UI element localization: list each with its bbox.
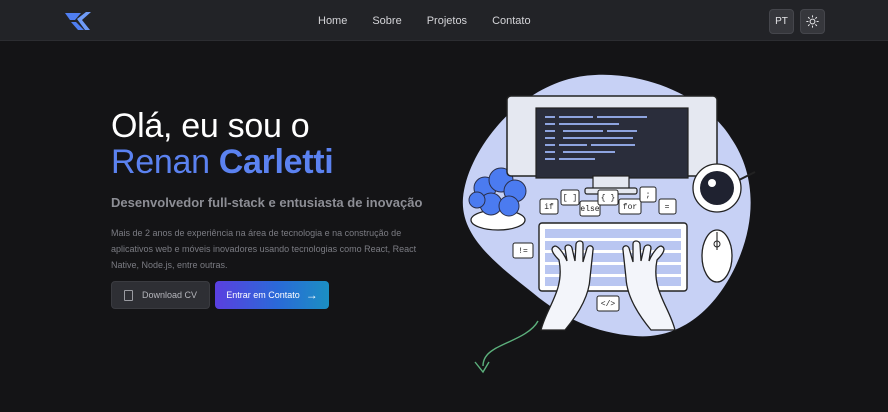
bubble-for: for — [623, 203, 638, 212]
developer-illustration: if [ ] else { } for ; = != </> — [462, 74, 756, 374]
bubble-equals: = — [665, 203, 670, 212]
logo-icon[interactable] — [64, 11, 92, 31]
bubble-braces: { } — [601, 194, 615, 203]
download-cv-label: Download CV — [141, 290, 198, 300]
nav-links: Home Sobre Projetos Contato — [318, 0, 531, 41]
navbar: Home Sobre Projetos Contato PT — [0, 0, 888, 41]
download-cv-button[interactable]: Download CV — [111, 281, 210, 309]
nav-link-projetos[interactable]: Projetos — [427, 15, 467, 27]
bubble-brackets: [ ] — [563, 194, 577, 203]
nav-link-sobre[interactable]: Sobre — [372, 15, 401, 27]
bubble-tag: </> — [601, 300, 616, 309]
hero-subtitle: Desenvolvedor full-stack e entusiasta de… — [111, 195, 423, 210]
green-arrow — [482, 320, 539, 367]
hero-first-name: Renan — [111, 143, 210, 181]
theme-toggle-button[interactable] — [800, 9, 825, 34]
arrow-right-icon: → — [305, 288, 318, 302]
hero-last-name: Carletti — [218, 143, 334, 181]
bubble-if: if — [544, 203, 554, 212]
hero-name: Renan Carletti — [111, 143, 334, 181]
document-icon — [123, 289, 133, 301]
bubble-semicolon: ; — [646, 191, 651, 200]
bubble-else: else — [580, 205, 599, 214]
contact-button-label: Entrar em Contato — [226, 290, 300, 300]
contact-button[interactable]: Entrar em Contato → — [215, 281, 329, 309]
hero-greeting: Olá, eu sou o — [111, 107, 310, 145]
sun-icon — [806, 15, 819, 28]
bubble-not-equals: != — [518, 247, 528, 256]
nav-link-contato[interactable]: Contato — [492, 15, 531, 27]
hero-description: Mais de 2 anos de experiência na área de… — [111, 228, 417, 270]
nav-link-home[interactable]: Home — [318, 15, 347, 27]
language-button[interactable]: PT — [769, 9, 794, 34]
monitor-screen — [535, 107, 689, 179]
